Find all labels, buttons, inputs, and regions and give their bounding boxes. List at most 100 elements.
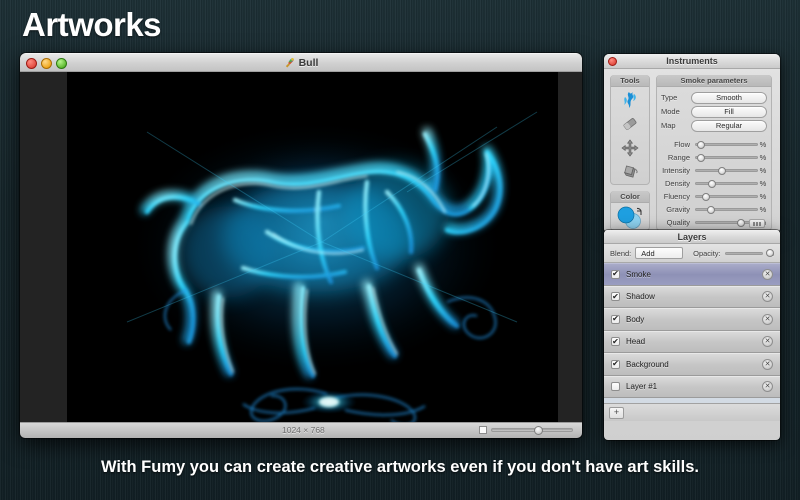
smoke-brush-tool[interactable]: [611, 90, 649, 114]
parameter-row-mode: Mode Fill: [661, 105, 767, 118]
smoke-brush-icon: [621, 91, 639, 114]
opacity-slider-knob[interactable]: [766, 249, 774, 257]
move-tool[interactable]: [611, 138, 649, 162]
slider-row-range: Range%: [661, 151, 768, 164]
gravity-slider-knob[interactable]: [707, 206, 715, 214]
layer-visibility-checkbox[interactable]: ✔: [611, 315, 620, 324]
canvas-statusbar: 1024 × 768: [20, 422, 582, 438]
layers-palette[interactable]: Layers Blend: Add Opacity: % ✔Smoke✕✔Sha…: [604, 230, 780, 440]
color-swatch[interactable]: [614, 206, 646, 232]
document-title-text: Bull: [299, 57, 319, 69]
gravity-slider[interactable]: [695, 208, 758, 211]
mode-label: Mode: [661, 107, 691, 116]
layer-visibility-checkbox[interactable]: [611, 382, 620, 391]
fluency-slider-knob[interactable]: [702, 193, 710, 201]
delete-layer-button[interactable]: ✕: [762, 359, 773, 370]
instruments-titlebar[interactable]: Instruments: [604, 54, 780, 69]
resize-grip-button[interactable]: [749, 219, 765, 228]
smoke-parameters-label: Smoke parameters: [657, 75, 771, 87]
layer-row[interactable]: ✔ Head✕: [604, 331, 780, 354]
layer-name: Background: [626, 360, 762, 369]
page-title: Artworks: [22, 6, 161, 44]
tools-list: [611, 90, 649, 186]
layer-row[interactable]: ✔Smoke✕: [604, 263, 780, 286]
density-slider-knob[interactable]: [708, 180, 716, 188]
minimize-window-button[interactable]: [41, 58, 52, 69]
slider-row-flow: Flow%: [661, 138, 768, 151]
delete-layer-button[interactable]: ✕: [762, 336, 773, 347]
zoom-slider-knob[interactable]: [534, 426, 543, 435]
quality-slider-label: Quality: [661, 218, 695, 227]
instruments-palette[interactable]: Instruments Tools: [604, 54, 780, 232]
fumy-app-icon: [284, 57, 295, 68]
density-slider-label: Density: [661, 179, 695, 188]
close-window-button[interactable]: [26, 58, 37, 69]
density-slider[interactable]: [695, 182, 758, 185]
opacity-label: Opacity:: [693, 249, 721, 258]
layer-row[interactable]: ✔Shadow✕: [604, 286, 780, 309]
instruments-title: Instruments: [666, 56, 718, 66]
blend-mode-select[interactable]: Add: [635, 247, 683, 259]
layer-name: Head: [626, 337, 762, 346]
zoom-slider[interactable]: [491, 428, 573, 432]
paint-bucket-icon: [621, 163, 639, 186]
document-title-group: Bull: [284, 57, 319, 69]
smoke-parameters-group: Smoke parameters Type Smooth Mode Fill M…: [656, 75, 772, 231]
close-instruments-button[interactable]: [608, 57, 617, 66]
artwork-canvas[interactable]: [67, 72, 558, 422]
intensity-slider-unit: %: [758, 166, 768, 175]
type-popup-button[interactable]: Smooth: [691, 92, 767, 104]
page-caption: With Fumy you can create creative artwor…: [0, 458, 800, 477]
flow-slider-knob[interactable]: [697, 141, 705, 149]
zoom-window-button[interactable]: [56, 58, 67, 69]
opacity-slider[interactable]: [725, 252, 764, 255]
layer-row[interactable]: ✔ Background✕: [604, 353, 780, 376]
add-layer-button[interactable]: +: [609, 407, 624, 419]
range-slider-knob[interactable]: [697, 154, 705, 162]
layer-list[interactable]: ✔Smoke✕✔Shadow✕✔Body✕✔Head✕✔Background✕L…: [604, 263, 780, 403]
color-group: Color: [610, 191, 650, 231]
flow-slider-unit: %: [758, 140, 768, 149]
layer-row[interactable]: Layer #1✕: [604, 376, 780, 399]
mode-popup-button[interactable]: Fill: [691, 106, 767, 118]
layer-visibility-checkbox[interactable]: ✔: [611, 337, 620, 346]
slider-row-density: Density%: [661, 177, 768, 190]
fluency-slider[interactable]: [695, 195, 758, 198]
flow-slider[interactable]: [695, 143, 758, 146]
layer-name: Layer #1: [626, 382, 762, 391]
delete-layer-button[interactable]: ✕: [762, 291, 773, 302]
delete-layer-button[interactable]: ✕: [762, 269, 773, 280]
layers-blend-bar: Blend: Add Opacity: %: [604, 244, 780, 263]
range-slider[interactable]: [695, 156, 758, 159]
intensity-slider-label: Intensity: [661, 166, 695, 175]
delete-layer-button[interactable]: ✕: [762, 314, 773, 325]
fit-to-window-button[interactable]: [479, 426, 487, 434]
document-titlebar[interactable]: Bull: [20, 53, 582, 72]
layer-visibility-checkbox[interactable]: ✔: [611, 270, 620, 279]
layers-titlebar[interactable]: Layers: [604, 230, 780, 244]
artwork-image: [67, 72, 558, 422]
tools-group: Tools: [610, 75, 650, 185]
parameter-sliders: Flow%Range%Intensity%Density%Fluency%Gra…: [661, 138, 768, 229]
intensity-slider[interactable]: [695, 169, 758, 172]
slider-row-gravity: Gravity%: [661, 203, 768, 216]
delete-layer-button[interactable]: ✕: [762, 381, 773, 392]
traffic-light-buttons[interactable]: [26, 58, 67, 69]
canvas-zoom-control[interactable]: [479, 426, 573, 434]
document-window[interactable]: Bull: [20, 53, 582, 438]
tools-group-label: Tools: [611, 75, 649, 87]
eraser-tool[interactable]: [611, 114, 649, 138]
map-popup-button[interactable]: Regular: [691, 120, 767, 132]
layer-name: Body: [626, 315, 762, 324]
canvas-area[interactable]: [20, 72, 582, 422]
layer-visibility-checkbox[interactable]: ✔: [611, 360, 620, 369]
quality-slider-knob[interactable]: [737, 219, 745, 227]
gravity-slider-label: Gravity: [661, 205, 695, 214]
layer-row[interactable]: ✔ Body✕: [604, 308, 780, 331]
map-label: Map: [661, 121, 691, 130]
intensity-slider-knob[interactable]: [718, 167, 726, 175]
layer-visibility-checkbox[interactable]: ✔: [611, 292, 620, 301]
color-group-label: Color: [611, 191, 649, 203]
move-arrows-icon: [621, 139, 639, 162]
paint-bucket-tool[interactable]: [611, 162, 649, 186]
